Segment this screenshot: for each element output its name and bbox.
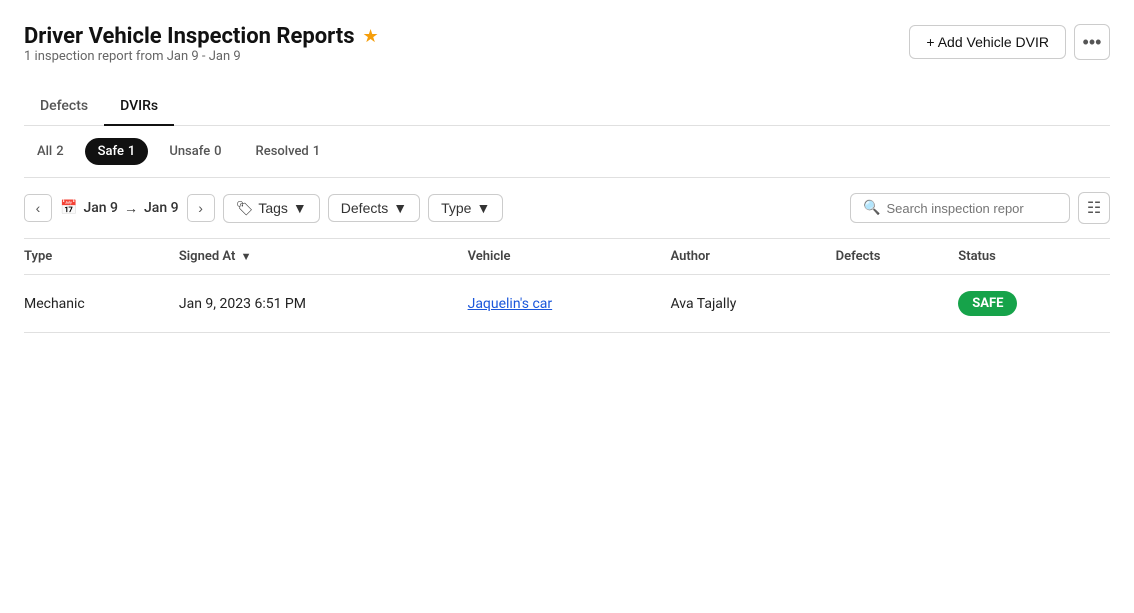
filter-unsafe-count: 0 — [214, 144, 221, 159]
more-options-button[interactable]: ••• — [1074, 24, 1110, 60]
cell-status: SAFE — [958, 275, 1110, 333]
col-vehicle: Vehicle — [468, 239, 671, 275]
type-dropdown[interactable]: Type ▼ — [428, 194, 503, 222]
inspection-table: Type Signed At ▼ Vehicle Author Defects … — [24, 239, 1110, 333]
page-title: Driver Vehicle Inspection Reports — [24, 24, 355, 49]
date-from: Jan 9 — [83, 200, 118, 216]
tags-dropdown[interactable]: 🏷 Tags ▼ — [223, 194, 320, 223]
status-badge: SAFE — [958, 291, 1017, 316]
col-author: Author — [670, 239, 835, 275]
filter-all[interactable]: All 2 — [24, 138, 77, 165]
col-type: Type — [24, 239, 179, 275]
filter-safe[interactable]: Safe 1 — [85, 138, 149, 165]
vehicle-link[interactable]: Jaquelin's car — [468, 296, 553, 312]
cell-signed-at: Jan 9, 2023 6:51 PM — [179, 275, 468, 333]
cell-defects — [836, 275, 959, 333]
grid-view-button[interactable]: ☷ — [1078, 192, 1110, 224]
filter-safe-label: Safe — [98, 144, 124, 159]
filter-unsafe-label: Unsafe — [169, 144, 210, 159]
search-bar[interactable]: 🔍 — [850, 193, 1070, 223]
col-defects: Defects — [836, 239, 959, 275]
filter-resolved-count: 1 — [313, 144, 320, 159]
date-arrow: → — [124, 200, 138, 217]
defects-dropdown[interactable]: Defects ▼ — [328, 194, 420, 222]
col-status: Status — [958, 239, 1110, 275]
filter-safe-count: 1 — [128, 144, 135, 159]
tab-bar: Defects DVIRs — [24, 88, 1110, 126]
cell-author: Ava Tajally — [670, 275, 835, 333]
header-actions: + Add Vehicle DVIR ••• — [909, 24, 1110, 60]
filter-all-label: All — [37, 144, 52, 159]
cell-type: Mechanic — [24, 275, 179, 333]
type-label: Type — [441, 200, 471, 216]
table-row: Mechanic Jan 9, 2023 6:51 PM Jaquelin's … — [24, 275, 1110, 333]
sort-arrow-icon: ▼ — [241, 250, 252, 263]
search-input[interactable] — [886, 201, 1057, 216]
tags-chevron-icon: ▼ — [293, 200, 307, 216]
tab-defects[interactable]: Defects — [24, 88, 104, 126]
filter-unsafe[interactable]: Unsafe 0 — [156, 138, 234, 165]
calendar-icon: 📅 — [60, 200, 77, 216]
star-icon[interactable]: ★ — [363, 26, 379, 47]
type-chevron-icon: ▼ — [476, 200, 490, 216]
table-header-row: Type Signed At ▼ Vehicle Author Defects … — [24, 239, 1110, 275]
date-range: 📅 Jan 9 → Jan 9 — [60, 200, 179, 217]
toolbar: ‹ 📅 Jan 9 → Jan 9 › 🏷 Tags ▼ Defects ▼ T… — [24, 178, 1110, 239]
filter-resolved-label: Resolved — [256, 144, 309, 159]
col-signed-at[interactable]: Signed At ▼ — [179, 239, 468, 275]
filter-resolved[interactable]: Resolved 1 — [243, 138, 334, 165]
defects-chevron-icon: ▼ — [393, 200, 407, 216]
subtitle: 1 inspection report from Jan 9 - Jan 9 — [24, 49, 379, 64]
date-prev-button[interactable]: ‹ — [24, 194, 52, 222]
tag-icon: 🏷 — [236, 200, 254, 217]
defects-label: Defects — [341, 200, 388, 216]
tags-label: Tags — [258, 200, 288, 216]
add-vehicle-dvir-button[interactable]: + Add Vehicle DVIR — [909, 25, 1066, 59]
date-to: Jan 9 — [144, 200, 179, 216]
grid-icon: ☷ — [1087, 198, 1101, 218]
filter-all-count: 2 — [56, 144, 63, 159]
tab-dvirs[interactable]: DVIRs — [104, 88, 174, 126]
date-next-button[interactable]: › — [187, 194, 215, 222]
filter-bar: All 2 Safe 1 Unsafe 0 Resolved 1 — [24, 126, 1110, 178]
search-icon: 🔍 — [863, 200, 880, 216]
cell-vehicle[interactable]: Jaquelin's car — [468, 275, 671, 333]
